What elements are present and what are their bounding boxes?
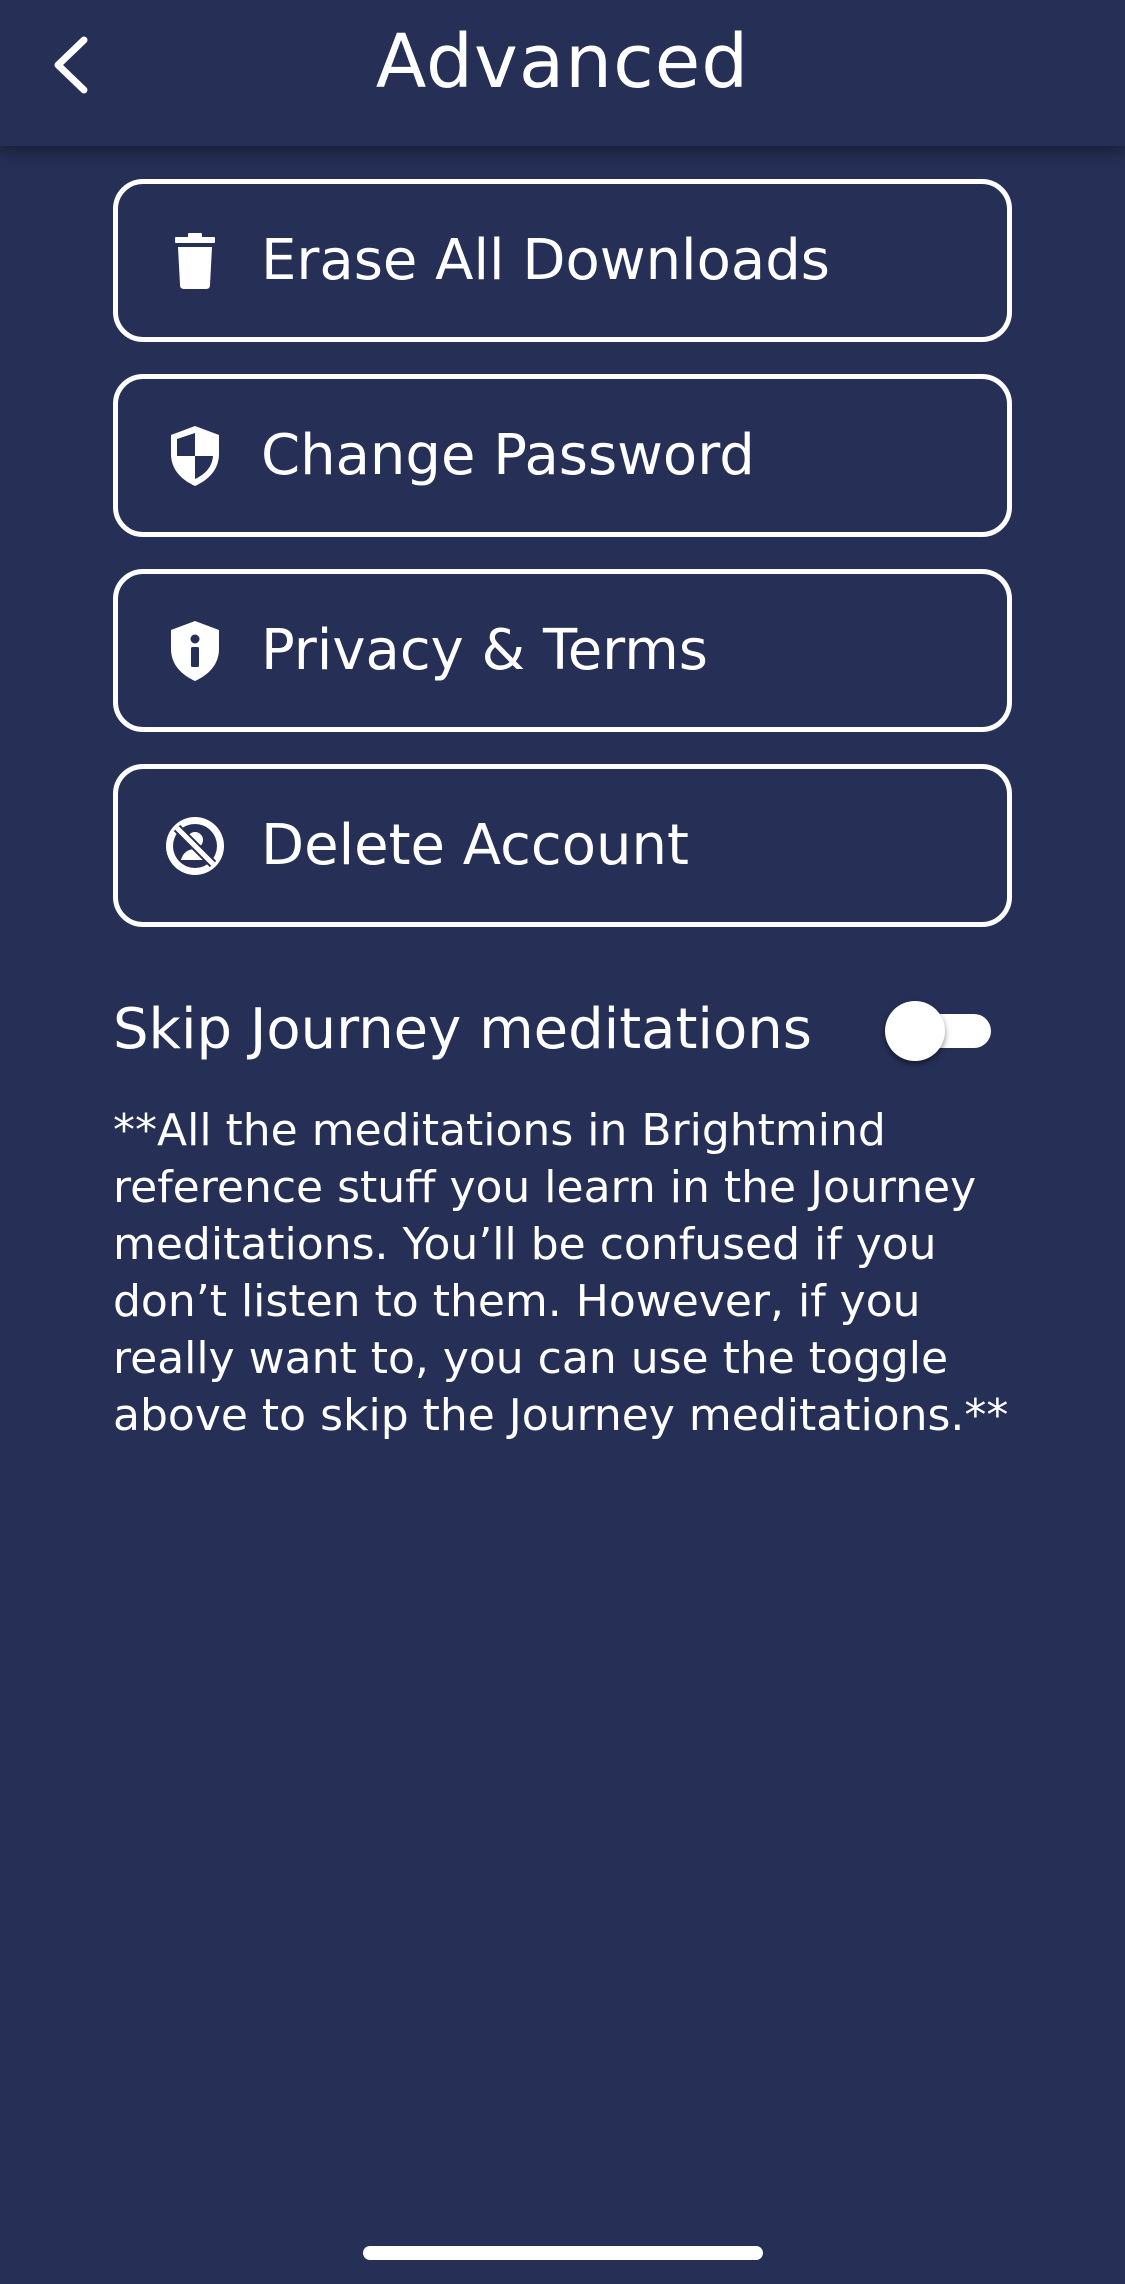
privacy-terms-button[interactable]: Privacy & Terms [113,569,1012,732]
change-password-button[interactable]: Change Password [113,374,1012,537]
erase-all-downloads-label: Erase All Downloads [261,227,830,293]
shield-halved-icon [165,423,225,489]
delete-account-button[interactable]: Delete Account [113,764,1012,927]
skip-journey-note: **All the meditations in Brightmind refe… [113,1105,1009,1441]
page-title: Advanced [375,19,750,105]
trash-icon [165,228,225,294]
skip-journey-row: Skip Journey meditations [113,990,993,1070]
change-password-label: Change Password [261,422,755,488]
toggle-knob [885,1001,945,1061]
delete-account-label: Delete Account [261,812,689,878]
top-bar: Advanced [0,0,1125,146]
shield-info-icon [165,618,225,684]
home-indicator[interactable] [363,2246,763,2260]
user-slash-icon [165,813,225,879]
skip-journey-label: Skip Journey meditations [113,997,812,1062]
advanced-menu: Erase All Downloads Change Password Priv… [113,179,1012,959]
skip-journey-toggle[interactable] [885,1000,993,1061]
erase-all-downloads-button[interactable]: Erase All Downloads [113,179,1012,342]
privacy-terms-label: Privacy & Terms [261,617,708,683]
